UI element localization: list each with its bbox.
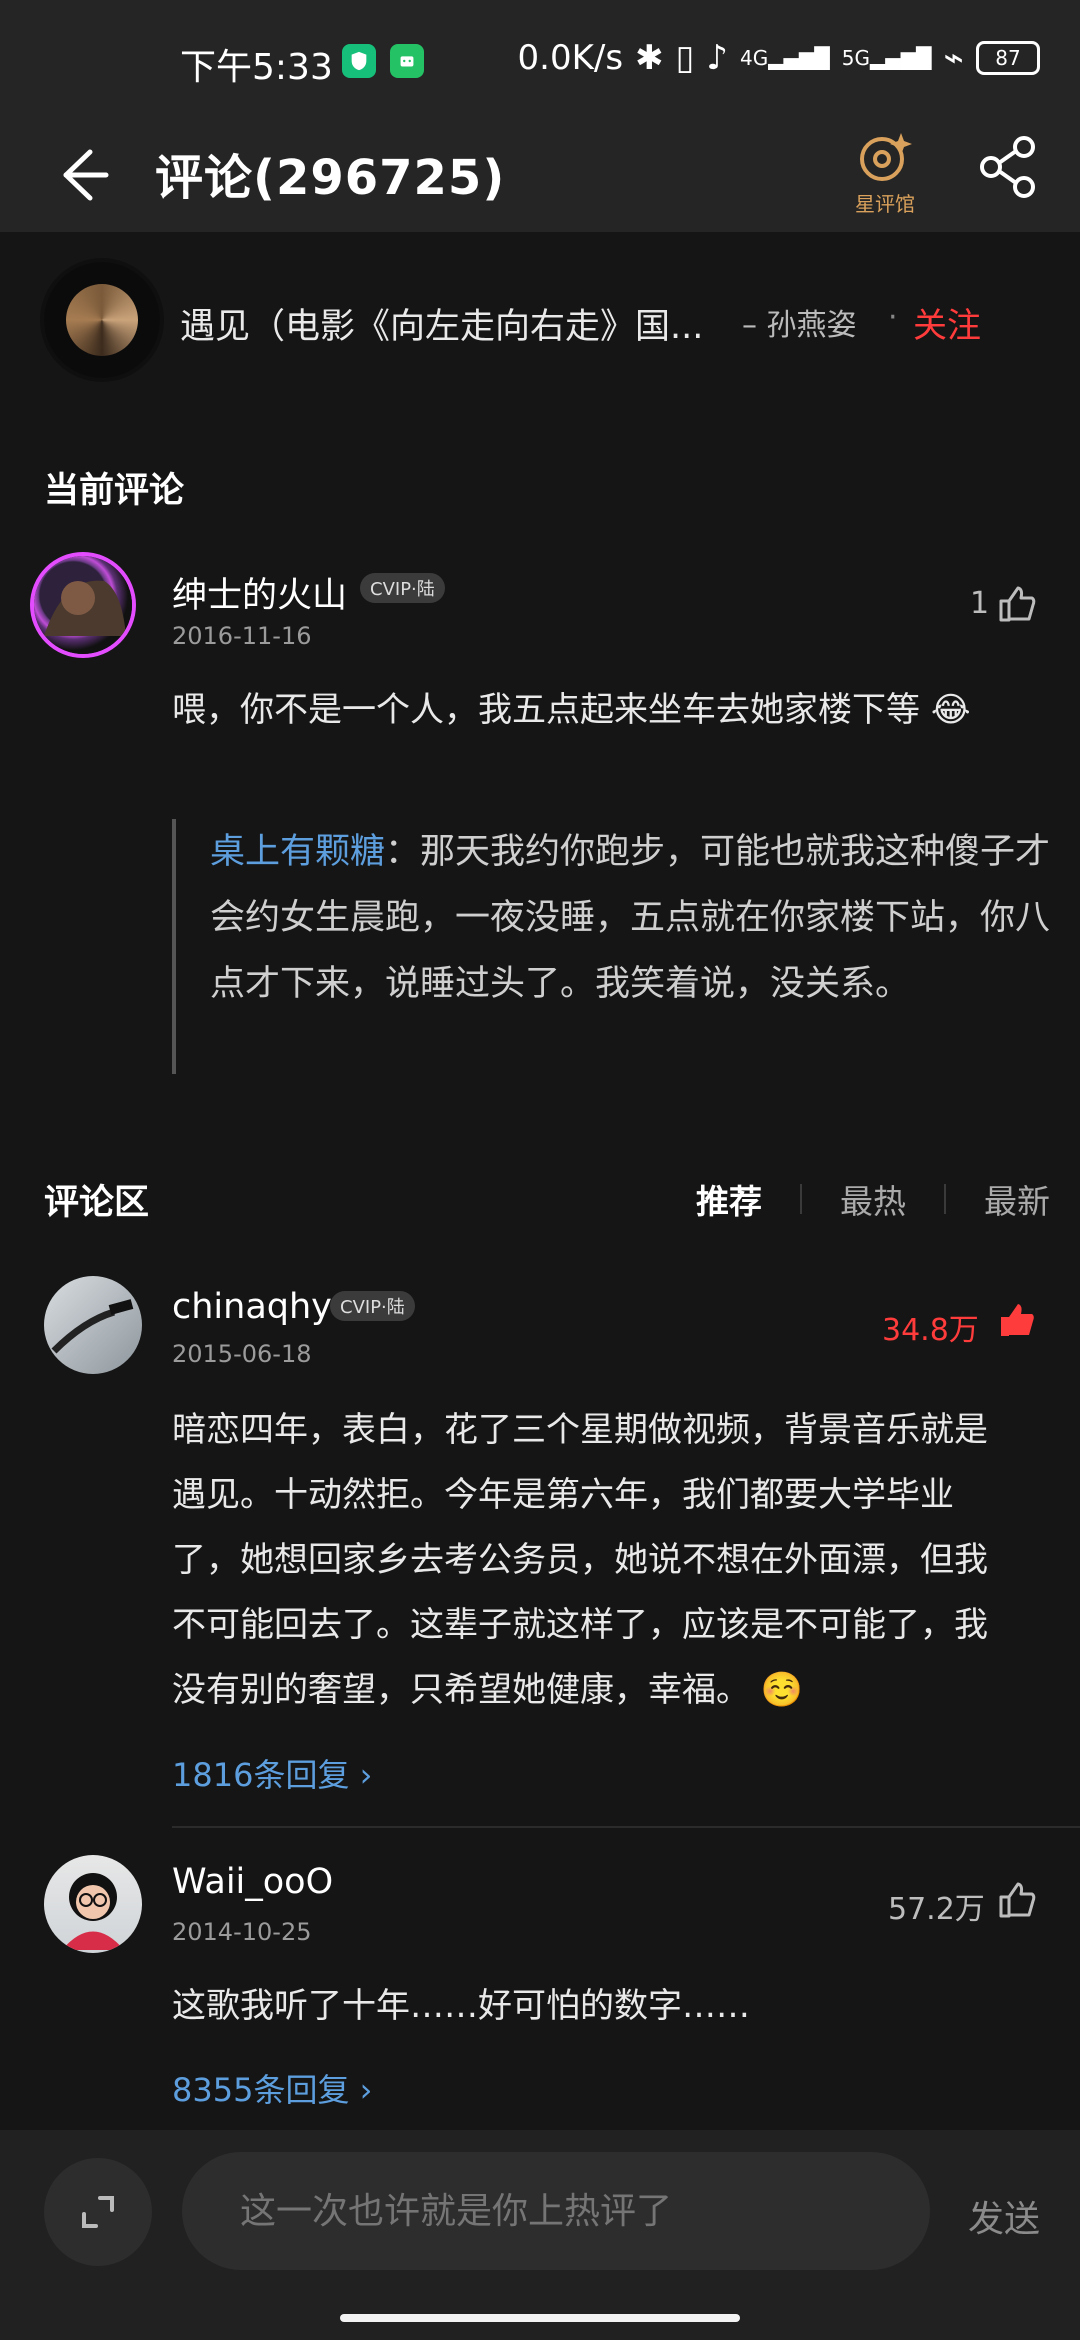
bluetooth-icon: ✱: [635, 38, 664, 78]
avatar-image: [44, 580, 126, 636]
tab-divider: [800, 1184, 802, 1214]
like-count: 34.8万: [882, 1313, 979, 1348]
status-right: 0.0K/s ✱ ▯ ♪ 4G▂▄▆█ 5G▂▄▆█ ⌁ 87: [518, 38, 1040, 78]
follow-button[interactable]: 关注: [913, 298, 981, 347]
reply-user[interactable]: 桌上有颗糖: [210, 832, 385, 872]
smiling-emoji: ☺️: [760, 1670, 804, 1710]
like-count: 57.2万: [888, 1892, 985, 1927]
comment-text: 暗恋四年，表白，花了三个星期做视频，背景音乐就是遇见。十动然拒。今年是第六年，我…: [172, 1410, 988, 1710]
star-review-label: 星评馆: [855, 192, 915, 216]
signal-4g-icon: 4G▂▄▆█: [739, 46, 830, 70]
send-button[interactable]: 发送: [968, 2190, 1040, 2242]
avatar[interactable]: [44, 1276, 142, 1374]
comment-input[interactable]: [182, 2152, 930, 2270]
replies-link[interactable]: 8355条回复 ›: [172, 2065, 372, 2111]
tab-divider: [944, 1184, 946, 1214]
expand-icon: [82, 2196, 114, 2228]
tab-new[interactable]: 最新: [984, 1175, 1050, 1223]
mute-icon: ♪: [706, 38, 728, 78]
comment-composer: 发送: [0, 2130, 1080, 2340]
comment-username[interactable]: chinaqhy: [172, 1287, 332, 1327]
album-cover: [66, 284, 138, 356]
tab-recommended[interactable]: 推荐: [696, 1175, 762, 1223]
headphone-cable-image: [51, 1299, 134, 1354]
comment-text: 喂，你不是一个人，我五点起来坐车去她家楼下等 😂: [172, 690, 971, 730]
vip-badge: CVIP·陆: [330, 1291, 415, 1321]
reply-quote: 桌上有颗糖：那天我约你跑步，可能也就我这种傻子才会约女生晨跑，一夜没睡，五点就在…: [172, 819, 1060, 1074]
tab-hot[interactable]: 最热: [840, 1175, 906, 1223]
sort-tabs: 推荐 最热 最新: [696, 1175, 1050, 1223]
song-artist[interactable]: – 孙燕姿: [742, 300, 857, 344]
thumb-up-icon[interactable]: [996, 1880, 1036, 1920]
back-arrow-icon[interactable]: [46, 140, 116, 210]
comment-date: 2014-10-25: [172, 1918, 312, 1946]
like-count: 1: [970, 586, 990, 621]
header-bar: 评论(296725) 星评馆: [0, 120, 1080, 232]
portrait-image: [62, 1873, 124, 1950]
comment-text: 这歌我听了十年……好可怕的数字……: [172, 1986, 750, 2026]
comment-username[interactable]: 绅士的火山: [172, 567, 347, 618]
signal-5g-icon: 5G▂▄▆█: [841, 46, 932, 70]
song-separator: ·: [888, 300, 898, 335]
phone-icon: ▯: [675, 38, 695, 78]
laughing-emoji: 😂: [930, 690, 971, 730]
expand-button[interactable]: [44, 2158, 152, 2266]
share-icon[interactable]: [974, 132, 1044, 202]
home-indicator[interactable]: [340, 2314, 740, 2322]
shield-app-icon: [342, 44, 376, 78]
star-review-icon: [860, 133, 912, 181]
android-app-icon: [390, 44, 424, 78]
comment-date: 2015-06-18: [172, 1340, 312, 1368]
avatar[interactable]: [34, 556, 132, 654]
comments-section-title: 评论区: [44, 1183, 150, 1223]
song-row[interactable]: 遇见（电影《向左走向右走》国... – 孙燕姿 · 关注: [0, 258, 1080, 383]
comment-username[interactable]: Waii_ooO: [172, 1862, 333, 1902]
status-time: 下午5:33: [180, 47, 333, 88]
song-title[interactable]: 遇见（电影《向左走向右走》国...: [180, 298, 703, 349]
battery-icon: 87: [976, 41, 1040, 75]
replies-link[interactable]: 1816条回复 ›: [172, 1750, 372, 1796]
comment-divider: [172, 1826, 1080, 1828]
page-title: 评论(296725): [155, 150, 506, 206]
star-review-button[interactable]: 星评馆: [840, 128, 930, 218]
album-disc[interactable]: [44, 262, 160, 378]
current-comment-title: 当前评论: [44, 471, 185, 511]
status-bar: 下午5:33 0.0K/s ✱ ▯ ♪ 4G▂▄▆█ 5G▂▄▆█ ⌁ 87: [0, 0, 1080, 120]
network-speed: 0.0K/s: [517, 38, 624, 78]
thumb-up-icon[interactable]: [996, 584, 1036, 624]
avatar[interactable]: [44, 1855, 142, 1953]
vip-badge: CVIP·陆: [360, 573, 445, 603]
wifi-icon: ⌁: [943, 38, 964, 78]
comment-date: 2016-11-16: [172, 622, 312, 650]
thumb-up-icon[interactable]: [996, 1300, 1036, 1340]
